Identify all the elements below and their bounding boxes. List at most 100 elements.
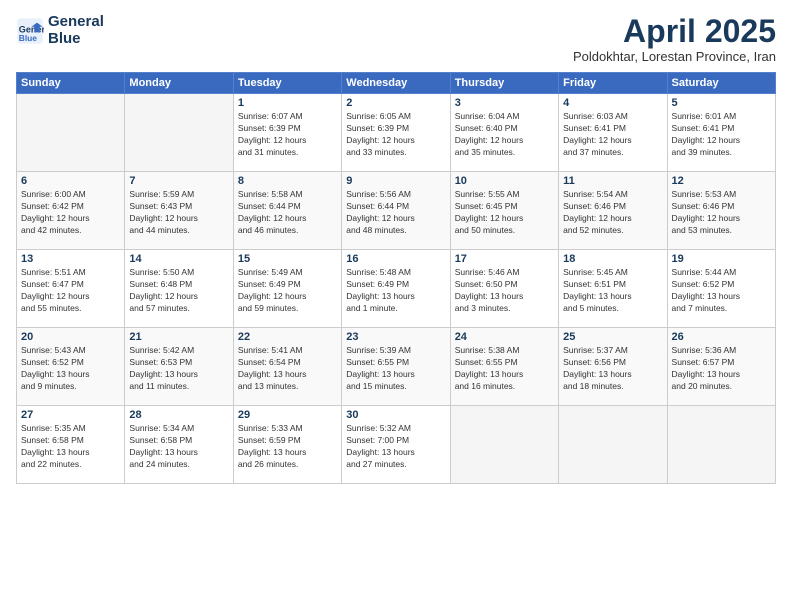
table-row: 1 Sunrise: 6:07 AM Sunset: 6:39 PM Daylig… [233,94,341,172]
calendar-table: Sunday Monday Tuesday Wednesday Thursday… [16,72,776,484]
table-row [125,94,233,172]
month-title: April 2025 [573,14,776,49]
table-row [17,94,125,172]
day-info: Sunrise: 5:34 AM Sunset: 6:58 PM Dayligh… [129,423,228,471]
col-monday: Monday [125,73,233,94]
day-number: 30 [346,409,445,421]
header: General Blue General Blue April 2025 Pol… [16,14,776,64]
day-number: 10 [455,175,554,187]
table-row: 19 Sunrise: 5:44 AM Sunset: 6:52 PM Dayli… [667,250,775,328]
table-row: 21 Sunrise: 5:42 AM Sunset: 6:53 PM Dayli… [125,328,233,406]
col-sunday: Sunday [17,73,125,94]
day-number: 28 [129,409,228,421]
day-number: 27 [21,409,120,421]
day-info: Sunrise: 5:48 AM Sunset: 6:49 PM Dayligh… [346,267,445,315]
day-info: Sunrise: 6:00 AM Sunset: 6:42 PM Dayligh… [21,189,120,237]
page: General Blue General Blue April 2025 Pol… [0,0,792,612]
table-row: 29 Sunrise: 5:33 AM Sunset: 6:59 PM Dayli… [233,406,341,484]
table-row [450,406,558,484]
day-number: 24 [455,331,554,343]
table-row: 4 Sunrise: 6:03 AM Sunset: 6:41 PM Daylig… [559,94,667,172]
table-row: 12Sunrise: 5:53 AM Sunset: 6:46 PM Dayli… [667,172,775,250]
logo: General Blue General Blue [16,14,104,47]
day-number: 16 [346,253,445,265]
col-wednesday: Wednesday [342,73,450,94]
day-info: Sunrise: 5:36 AM Sunset: 6:57 PM Dayligh… [672,345,771,393]
table-row [667,406,775,484]
day-info: Sunrise: 6:05 AM Sunset: 6:39 PM Dayligh… [346,111,445,159]
day-number: 19 [672,253,771,265]
day-info: Sunrise: 5:37 AM Sunset: 6:56 PM Dayligh… [563,345,662,393]
table-row: 2 Sunrise: 6:05 AM Sunset: 6:39 PM Daylig… [342,94,450,172]
day-info: Sunrise: 6:03 AM Sunset: 6:41 PM Dayligh… [563,111,662,159]
day-number: 22 [238,331,337,343]
day-number: 17 [455,253,554,265]
day-info: Sunrise: 5:49 AM Sunset: 6:49 PM Dayligh… [238,267,337,315]
day-info: Sunrise: 5:55 AM Sunset: 6:45 PM Dayligh… [455,189,554,237]
logo-line2: Blue [48,31,104,48]
day-number: 29 [238,409,337,421]
col-saturday: Saturday [667,73,775,94]
day-number: 18 [563,253,662,265]
day-info: Sunrise: 5:42 AM Sunset: 6:53 PM Dayligh… [129,345,228,393]
location-title: Poldokhtar, Lorestan Province, Iran [573,49,776,64]
day-number: 14 [129,253,228,265]
table-row: 17 Sunrise: 5:46 AM Sunset: 6:50 PM Dayli… [450,250,558,328]
logo-line1: General [48,14,104,31]
day-info: Sunrise: 5:46 AM Sunset: 6:50 PM Dayligh… [455,267,554,315]
table-row: 5 Sunrise: 6:01 AM Sunset: 6:41 PM Daylig… [667,94,775,172]
logo-text: General Blue [48,14,104,47]
table-row: 27 Sunrise: 5:35 AM Sunset: 6:58 PM Dayli… [17,406,125,484]
day-info: Sunrise: 5:43 AM Sunset: 6:52 PM Dayligh… [21,345,120,393]
col-tuesday: Tuesday [233,73,341,94]
day-number: 15 [238,253,337,265]
col-friday: Friday [559,73,667,94]
logo-icon: General Blue [16,17,44,45]
table-row: 16 Sunrise: 5:48 AM Sunset: 6:49 PM Dayli… [342,250,450,328]
table-row: 11 Sunrise: 5:54 AM Sunset: 6:46 PM Dayli… [559,172,667,250]
day-number: 2 [346,97,445,109]
day-number: 26 [672,331,771,343]
table-row: 10 Sunrise: 5:55 AM Sunset: 6:45 PM Dayli… [450,172,558,250]
day-info: Sunrise: 5:39 AM Sunset: 6:55 PM Dayligh… [346,345,445,393]
svg-text:Blue: Blue [19,32,37,42]
table-row: 30 Sunrise: 5:32 AM Sunset: 7:00 PM Dayli… [342,406,450,484]
day-number: 21 [129,331,228,343]
table-row: 20Sunrise: 5:43 AM Sunset: 6:52 PM Dayli… [17,328,125,406]
day-info: Sunrise: 5:51 AM Sunset: 6:47 PM Dayligh… [21,267,120,315]
day-info: Sunrise: 5:44 AM Sunset: 6:52 PM Dayligh… [672,267,771,315]
table-row: 28 Sunrise: 5:34 AM Sunset: 6:58 PM Dayli… [125,406,233,484]
day-info: Sunrise: 5:58 AM Sunset: 6:44 PM Dayligh… [238,189,337,237]
day-info: Sunrise: 6:07 AM Sunset: 6:39 PM Dayligh… [238,111,337,159]
table-row: 7Sunrise: 5:59 AM Sunset: 6:43 PM Daylig… [125,172,233,250]
table-row: 14 Sunrise: 5:50 AM Sunset: 6:48 PM Dayli… [125,250,233,328]
day-info: Sunrise: 5:41 AM Sunset: 6:54 PM Dayligh… [238,345,337,393]
table-row [559,406,667,484]
day-number: 3 [455,97,554,109]
day-info: Sunrise: 5:56 AM Sunset: 6:44 PM Dayligh… [346,189,445,237]
day-info: Sunrise: 5:32 AM Sunset: 7:00 PM Dayligh… [346,423,445,471]
day-number: 6 [21,175,120,187]
day-number: 5 [672,97,771,109]
day-info: Sunrise: 5:54 AM Sunset: 6:46 PM Dayligh… [563,189,662,237]
day-info: Sunrise: 5:50 AM Sunset: 6:48 PM Dayligh… [129,267,228,315]
table-row: 3Sunrise: 6:04 AM Sunset: 6:40 PM Daylig… [450,94,558,172]
table-row: 15 Sunrise: 5:49 AM Sunset: 6:49 PM Dayli… [233,250,341,328]
day-info: Sunrise: 5:45 AM Sunset: 6:51 PM Dayligh… [563,267,662,315]
table-row: 24Sunrise: 5:38 AM Sunset: 6:55 PM Dayli… [450,328,558,406]
day-number: 9 [346,175,445,187]
day-number: 25 [563,331,662,343]
day-number: 11 [563,175,662,187]
day-number: 1 [238,97,337,109]
day-info: Sunrise: 5:33 AM Sunset: 6:59 PM Dayligh… [238,423,337,471]
table-row: 9 Sunrise: 5:56 AM Sunset: 6:44 PM Daylig… [342,172,450,250]
day-number: 8 [238,175,337,187]
table-row: 23 Sunrise: 5:39 AM Sunset: 6:55 PM Dayli… [342,328,450,406]
day-info: Sunrise: 6:01 AM Sunset: 6:41 PM Dayligh… [672,111,771,159]
day-number: 23 [346,331,445,343]
day-number: 4 [563,97,662,109]
table-row: 6 Sunrise: 6:00 AM Sunset: 6:42 PM Daylig… [17,172,125,250]
table-row: 18 Sunrise: 5:45 AM Sunset: 6:51 PM Dayli… [559,250,667,328]
title-block: April 2025 Poldokhtar, Lorestan Province… [573,14,776,64]
day-info: Sunrise: 5:35 AM Sunset: 6:58 PM Dayligh… [21,423,120,471]
